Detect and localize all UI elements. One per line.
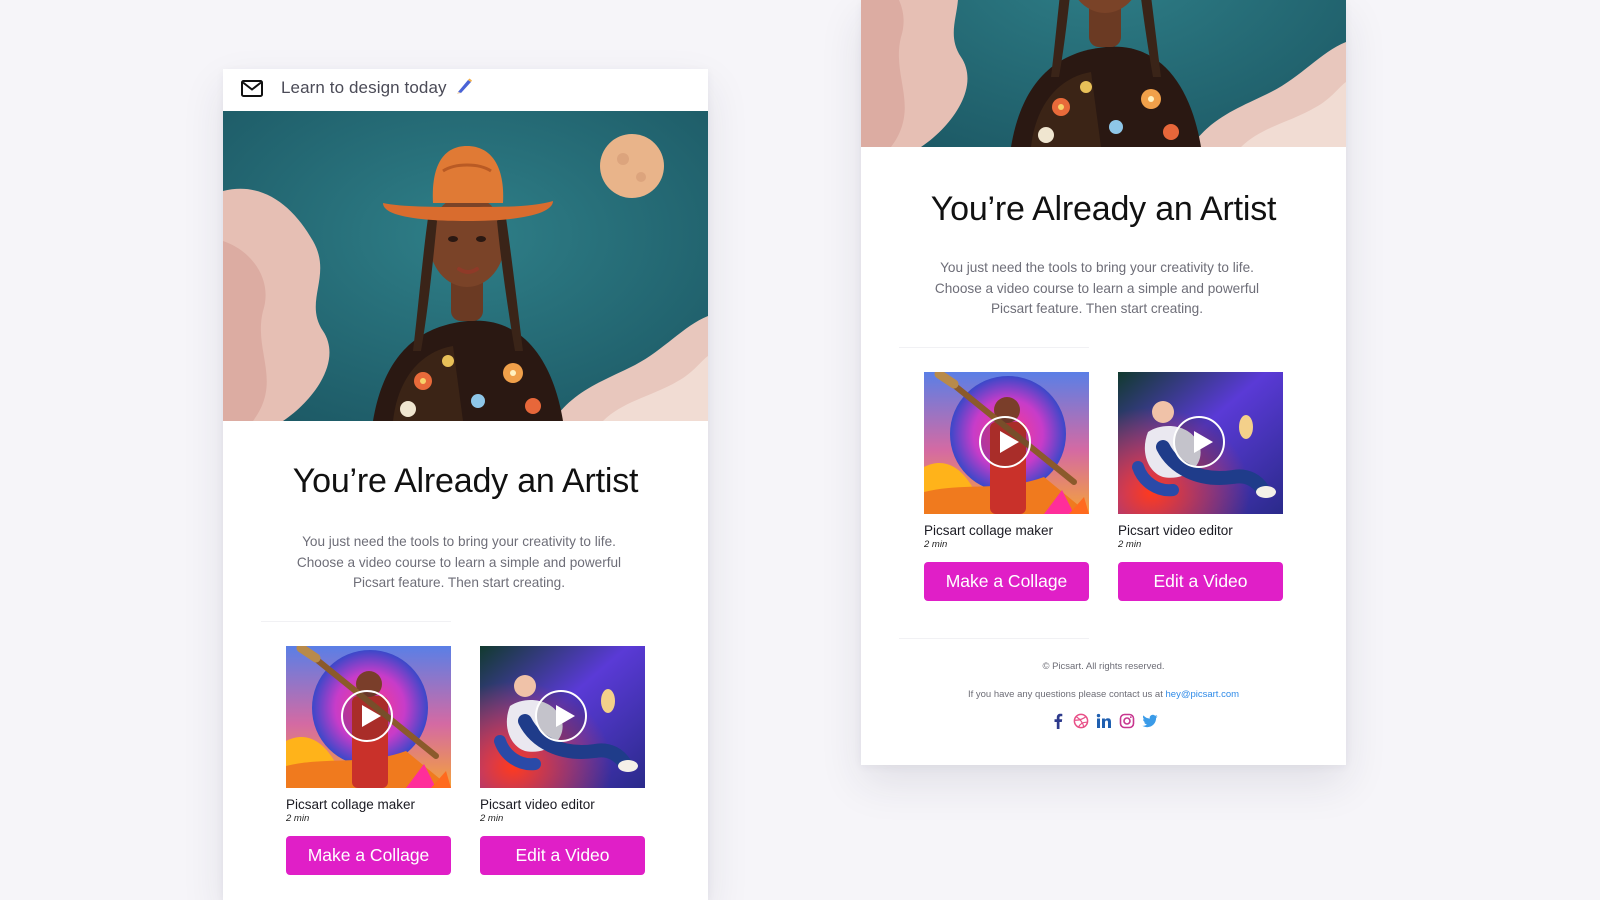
course-duration: 2 min — [1118, 539, 1142, 550]
make-collage-button[interactable]: Make a Collage — [286, 836, 451, 875]
mail-icon — [240, 78, 264, 100]
hero-image — [861, 0, 1346, 147]
twitter-icon[interactable] — [1141, 713, 1158, 729]
contact-text: If you have any questions please contact… — [861, 689, 1346, 700]
hero-image — [223, 111, 708, 421]
edit-video-button[interactable]: Edit a Video — [480, 836, 645, 875]
course-card-collage: Picsart collage maker 2 min Make a Colla… — [286, 646, 451, 875]
course-card-collage: Picsart collage maker 2 min Make a Colla… — [924, 372, 1089, 601]
email-subject: Learn to design today — [281, 77, 473, 98]
email-subject-text: Learn to design today — [281, 78, 447, 97]
course-duration: 2 min — [480, 813, 504, 824]
course-thumbnail[interactable] — [1118, 372, 1283, 514]
headline: You’re Already an Artist — [292, 462, 639, 500]
instagram-icon[interactable] — [1119, 713, 1135, 729]
email-preview-mobile: Learn to design today You’re Already an … — [223, 69, 708, 900]
facebook-icon[interactable] — [1050, 713, 1066, 729]
course-title: Picsart video editor — [480, 797, 595, 812]
email-subject-bar: Learn to design today — [223, 69, 708, 111]
play-icon[interactable] — [1173, 416, 1225, 468]
copyright-text: © Picsart. All rights reserved. — [1042, 661, 1165, 672]
course-title: Picsart collage maker — [924, 523, 1054, 538]
divider — [261, 621, 451, 622]
course-thumbnail[interactable] — [480, 646, 645, 788]
linkedin-icon[interactable] — [1096, 713, 1112, 729]
play-icon[interactable] — [979, 416, 1031, 468]
play-icon[interactable] — [341, 690, 393, 742]
course-card-video: Picsart video editor 2 min Edit a Video — [480, 646, 645, 875]
divider — [899, 347, 1089, 348]
edit-video-button[interactable]: Edit a Video — [1118, 562, 1283, 601]
divider — [899, 638, 1089, 639]
course-thumbnail[interactable] — [286, 646, 451, 788]
email-preview-scrolled: You’re Already an Artist You just need t… — [861, 0, 1346, 765]
course-duration: 2 min — [286, 813, 310, 824]
intro-text: You just need the tools to bring your cr… — [934, 260, 1260, 316]
headline: You’re Already an Artist — [930, 190, 1277, 228]
course-card-video: Picsart video editor 2 min Edit a Video — [1118, 372, 1283, 601]
course-thumbnail[interactable] — [924, 372, 1089, 514]
social-links — [861, 713, 1346, 729]
intro-text: You just need the tools to bring your cr… — [296, 534, 622, 590]
contact-prefix: If you have any questions please contact… — [967, 689, 1163, 700]
course-title: Picsart video editor — [1118, 523, 1233, 538]
course-duration: 2 min — [924, 539, 948, 550]
contact-email-link[interactable]: hey@picsart.com — [1166, 689, 1240, 700]
dribbble-icon[interactable] — [1073, 713, 1089, 729]
make-collage-button[interactable]: Make a Collage — [924, 562, 1089, 601]
play-icon[interactable] — [535, 690, 587, 742]
pencil-icon — [457, 78, 473, 94]
course-title: Picsart collage maker — [286, 797, 416, 812]
